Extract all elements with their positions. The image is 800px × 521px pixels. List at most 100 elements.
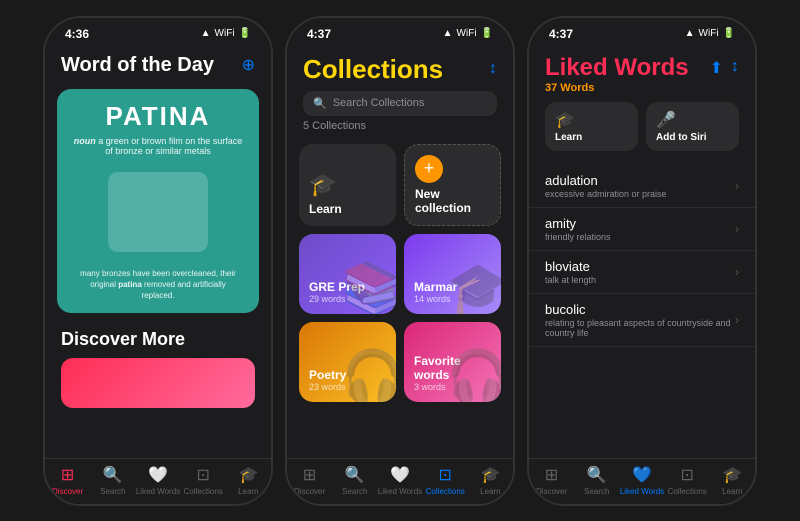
tab-collections-2[interactable]: ⊡ Collections (423, 465, 468, 496)
marmar-count: 14 words (414, 294, 451, 304)
word-row-bucolic[interactable]: bucolic relating to pleasant aspects of … (529, 294, 755, 347)
time-3: 4:37 (549, 27, 573, 41)
poetry-bg-icon: 🎧 (342, 347, 396, 402)
word-row-bloviate[interactable]: bloviate talk at length › (529, 251, 755, 294)
tab-label-coll-2: Collections (426, 487, 465, 496)
liked-word-count: 37 Words (545, 82, 739, 94)
siri-action-label: Add to Siri (656, 132, 707, 143)
tab-discover-2[interactable]: ⊞ Discover (287, 465, 332, 496)
phone-1: 4:36 ▲ WiFi 🔋 Word of the Day ⊕ PATINA (43, 16, 273, 506)
p1-header: Word of the Day ⊕ (45, 46, 271, 83)
chevron-icon-bloviate: › (735, 265, 739, 279)
collection-new[interactable]: + New collection (404, 144, 501, 226)
tab-search-3[interactable]: 🔍 Search (574, 465, 619, 496)
collection-favorite[interactable]: 🎧 Favorite words 3 words (404, 322, 501, 402)
phone-2: 4:37 ▲ WiFi 🔋 Collections ↕ 🔍 Search Col… (285, 16, 515, 506)
collections-icon-tab-2: ⊡ (439, 465, 452, 485)
heart-icon-tab: 🤍 (148, 465, 168, 485)
tab-learn-2[interactable]: 🎓 Learn (468, 465, 513, 496)
wifi-icon-3: WiFi (699, 28, 719, 39)
fav-bg-icon: 🎧 (447, 347, 501, 402)
tab-learn-3[interactable]: 🎓 Learn (710, 465, 755, 496)
learn-coll-name: Learn (309, 202, 342, 216)
poetry-count: 23 words (309, 382, 346, 392)
word-def-bucolic: relating to pleasant aspects of countrys… (545, 318, 735, 338)
tab-label-search-1: Search (100, 487, 125, 496)
tab-search-1[interactable]: 🔍 Search (90, 465, 135, 496)
tab-label-search-3: Search (584, 487, 609, 496)
fav-count: 3 words (414, 382, 446, 392)
status-bar-2: 4:37 ▲ WiFi 🔋 (287, 18, 513, 46)
word-name-bloviate: bloviate (545, 259, 596, 274)
p3-header: Liked Words ⬆ ↕ 37 Words 🎓 Learn (529, 46, 755, 165)
learn-icon-tab-2: 🎓 (480, 465, 500, 485)
search-placeholder: Search Collections (333, 97, 425, 109)
word-list: adulation excessive admiration or praise… (529, 165, 755, 347)
new-coll-plus: + (415, 155, 443, 183)
marmar-bg-icon: 🎓 (447, 259, 501, 314)
tab-label-search-2: Search (342, 487, 367, 496)
sort-icon[interactable]: ↕ (489, 60, 497, 78)
collections-heading: Collections (303, 54, 443, 85)
battery-icon-2: 🔋 (481, 28, 493, 39)
tab-liked-1[interactable]: 🤍 Liked Words (135, 465, 180, 496)
p1-main-content: Word of the Day ⊕ PATINA noun a green or… (45, 46, 271, 458)
tab-liked-3[interactable]: 💙 Liked Words (619, 465, 664, 496)
collections-icon-tab: ⊡ (197, 465, 210, 485)
tab-label-coll-1: Collections (184, 487, 223, 496)
word-row-amity[interactable]: amity friendly relations › (529, 208, 755, 251)
tab-liked-2[interactable]: 🤍 Liked Words (377, 465, 422, 496)
share-icon[interactable]: ⬆ (710, 58, 723, 78)
collection-gre[interactable]: 📚 GRE Prep 29 words (299, 234, 396, 314)
collection-marmar[interactable]: 🎓 Marmar 14 words (404, 234, 501, 314)
siri-action-btn[interactable]: 🎤 Add to Siri (646, 102, 739, 151)
word-row-adulation[interactable]: adulation excessive admiration or praise… (529, 165, 755, 208)
p2-header: Collections ↕ 🔍 Search Collections 5 Col… (299, 46, 501, 144)
discover-more-section: Discover More (45, 319, 271, 412)
phone-3: 4:37 ▲ WiFi 🔋 Liked Words ⬆ ↕ (527, 16, 757, 506)
tab-label-discover-2: Discover (294, 487, 325, 496)
circle-icon[interactable]: ⊕ (242, 55, 255, 75)
sort-icon-liked[interactable]: ↕ (731, 58, 739, 78)
status-icons-1: ▲ WiFi 🔋 (201, 28, 251, 39)
learn-coll-icon: 🎓 (309, 172, 336, 198)
time-2: 4:37 (307, 27, 331, 41)
collections-icon-tab-3: ⊡ (681, 465, 694, 485)
tab-search-2[interactable]: 🔍 Search (332, 465, 377, 496)
siri-action-icon: 🎤 (656, 110, 676, 130)
search-icon-tab-2: 🔍 (345, 465, 365, 485)
collection-learn[interactable]: 🎓 Learn (299, 144, 396, 226)
discover-card[interactable] (61, 358, 255, 408)
time-1: 4:36 (65, 27, 89, 41)
chevron-icon-amity: › (735, 222, 739, 236)
status-icons-2: ▲ WiFi 🔋 (443, 28, 493, 39)
p3-main-content: Liked Words ⬆ ↕ 37 Words 🎓 Learn (529, 46, 755, 458)
battery-icon: 🔋 (239, 28, 251, 39)
tab-learn-1[interactable]: 🎓 Learn (226, 465, 271, 496)
tab-discover-3[interactable]: ⊞ Discover (529, 465, 574, 496)
discover-icon-3: ⊞ (545, 465, 558, 485)
learn-action-btn[interactable]: 🎓 Learn (545, 102, 638, 151)
new-coll-name: New collection (415, 187, 490, 215)
liked-heading: Liked Words (545, 54, 689, 82)
tab-discover-1[interactable]: ⊞ Discover (45, 465, 90, 496)
signal-icon: ▲ (201, 28, 211, 39)
search-bar[interactable]: 🔍 Search Collections (303, 91, 497, 116)
word-def-bloviate: talk at length (545, 275, 596, 285)
phones-container: 4:36 ▲ WiFi 🔋 Word of the Day ⊕ PATINA (33, 6, 767, 516)
tab-label-discover-1: Discover (52, 487, 83, 496)
tab-label-liked-2: Liked Words (378, 487, 422, 496)
tab-collections-3[interactable]: ⊡ Collections (665, 465, 710, 496)
search-icon-tab: 🔍 (103, 465, 123, 485)
collection-poetry[interactable]: 🎧 Poetry 23 words (299, 322, 396, 402)
learn-icon-tab: 🎓 (238, 465, 258, 485)
word-name-amity: amity (545, 216, 611, 231)
wifi-icon-2: WiFi (457, 28, 477, 39)
tab-collections-1[interactable]: ⊡ Collections (181, 465, 226, 496)
battery-icon-3: 🔋 (723, 28, 735, 39)
liked-header-icons: ⬆ ↕ (710, 58, 739, 78)
word-info-adulation: adulation excessive admiration or praise (545, 173, 667, 199)
p2-main-content: Collections ↕ 🔍 Search Collections 5 Col… (287, 46, 513, 458)
tab-label-coll-3: Collections (668, 487, 707, 496)
word-def-adulation: excessive admiration or praise (545, 189, 667, 199)
